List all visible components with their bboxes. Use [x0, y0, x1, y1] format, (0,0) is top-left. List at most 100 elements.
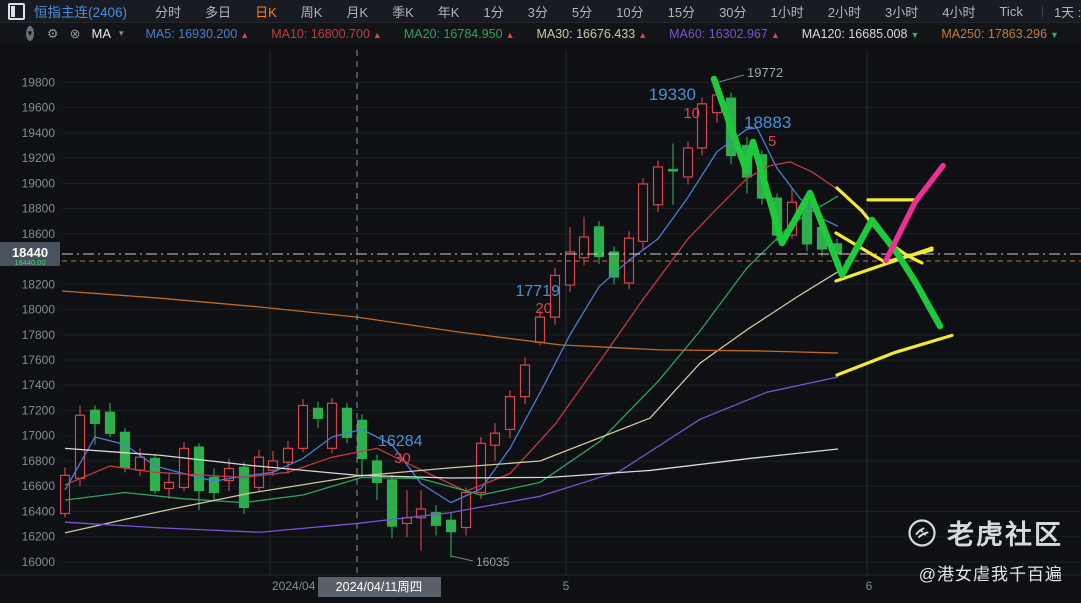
annotation-pointer: [718, 74, 745, 83]
y-axis-label: 17600: [22, 353, 56, 367]
yellow-projection-e[interactable]: [835, 333, 954, 377]
candle-body[interactable]: [193, 446, 205, 492]
y-axis-label: 17000: [22, 429, 56, 443]
tab-月K[interactable]: 月K: [334, 2, 380, 21]
tab-15分[interactable]: 15分: [656, 2, 707, 21]
ma-line-MA5: [64, 127, 839, 504]
tab-季K[interactable]: 季K: [380, 2, 426, 21]
collapse-indicator-icon[interactable]: ▼: [26, 26, 34, 41]
y-axis-label: 17200: [22, 403, 56, 417]
ma-readout-MA5: MA5: 16930.200 ▲: [145, 26, 250, 41]
candle-body[interactable]: [667, 168, 679, 172]
candle-body[interactable]: [519, 364, 531, 398]
tab-Tick[interactable]: Tick: [987, 4, 1034, 19]
candle-body[interactable]: [89, 409, 101, 424]
y-axis-label: 18000: [22, 303, 56, 317]
price-annotation: 16035: [476, 555, 510, 569]
candle-body[interactable]: [312, 407, 324, 419]
y-axis-label: 18600: [22, 227, 56, 241]
candle-body[interactable]: [326, 402, 338, 449]
close-indicator-icon[interactable]: ⊗: [70, 26, 81, 42]
window-chart-icon: [8, 2, 25, 20]
candle-body[interactable]: [489, 432, 501, 446]
candle-body[interactable]: [534, 316, 546, 343]
candle-body[interactable]: [59, 474, 71, 515]
candle-body[interactable]: [371, 460, 383, 484]
ma-line-MA250: [61, 290, 839, 354]
tab-5分[interactable]: 5分: [560, 2, 604, 21]
ma-chevron-down-icon[interactable]: ▾: [115, 28, 124, 39]
candle-body[interactable]: [282, 447, 294, 463]
pink-bounce-projection[interactable]: [883, 162, 946, 264]
price-annotation: 30: [394, 450, 411, 467]
candle-body[interactable]: [682, 147, 694, 178]
timeframe-menu: 分时 多日 日K 周K 月K 季K 年K 1分 3分 5分 10分 15分 30分 1小时 2小时 3小时 4小…: [143, 2, 1035, 21]
candle-body[interactable]: [267, 460, 279, 471]
ma-readouts: MA5: 16930.200 ▲ MA10: 16800.700 ▲ MA20: 167…: [124, 27, 1081, 41]
user-handle: @港女虐我千百遍: [918, 565, 1063, 584]
candle-body[interactable]: [119, 431, 131, 469]
y-axis-label: 18800: [22, 202, 56, 216]
tab-30分[interactable]: 30分: [707, 2, 758, 21]
tab-1分[interactable]: 1分: [471, 2, 515, 21]
ma-readout-MA120: MA120: 16685.008 ▼: [801, 26, 920, 41]
candle-body[interactable]: [652, 166, 664, 206]
y-axis-label: 16800: [22, 454, 56, 468]
tab-3小时[interactable]: 3小时: [873, 2, 930, 21]
brand-name: 老虎社区: [947, 520, 1063, 550]
candle-body[interactable]: [593, 226, 605, 258]
y-axis-label: 17400: [22, 378, 56, 392]
price-annotation: 17719: [516, 283, 561, 300]
ma-line-MA10: [64, 161, 839, 492]
price-annotation: 5: [768, 133, 776, 150]
tab-2小时[interactable]: 2小时: [816, 2, 873, 21]
tab-4小时[interactable]: 4小时: [930, 2, 987, 21]
y-axis-label: 16000: [22, 555, 56, 569]
tab-1小时[interactable]: 1小时: [759, 2, 816, 21]
x-axis-label: 6: [866, 579, 873, 593]
price-annotation: 19330: [649, 85, 696, 104]
y-axis-label: 16200: [22, 530, 56, 544]
candle-body[interactable]: [238, 466, 250, 509]
candle-body[interactable]: [253, 456, 265, 489]
date-tag-value: 2024/04/11周四: [336, 580, 423, 594]
tab-多日[interactable]: 多日: [193, 2, 243, 21]
watermark: 老虎社区 @港女虐我千百遍: [907, 513, 1063, 585]
y-axis-label: 17800: [22, 328, 56, 342]
gear-icon[interactable]: ⚙: [47, 26, 59, 42]
tab-10分[interactable]: 10分: [604, 2, 655, 21]
candle-body[interactable]: [178, 447, 190, 489]
y-axis-label: 16400: [22, 504, 56, 518]
ma-group-label[interactable]: MA: [91, 26, 111, 41]
candle-body[interactable]: [104, 411, 116, 434]
candle-body[interactable]: [208, 476, 220, 494]
candle-body[interactable]: [564, 251, 576, 286]
candle-body[interactable]: [504, 396, 516, 431]
candle-body[interactable]: [297, 404, 309, 449]
candle-body[interactable]: [445, 519, 457, 533]
ma-readout-MA20: MA20: 16784.950 ▲: [403, 26, 515, 41]
instrument-symbol[interactable]: 恒指主连(2406): [34, 1, 127, 21]
tab-周K[interactable]: 周K: [289, 2, 335, 21]
tab-年K[interactable]: 年K: [426, 2, 472, 21]
x-axis-label: 5: [563, 579, 570, 593]
y-axis-label: 19800: [22, 75, 56, 89]
brand-row: 老虎社区: [907, 513, 1063, 552]
price-annotation: 18883: [744, 113, 791, 132]
ma-readout-MA60: MA60: 16302.967 ▲: [669, 26, 780, 41]
y-axis-label: 16600: [22, 479, 56, 493]
candle-body[interactable]: [637, 183, 649, 242]
indicator-toolbar: ▼ ⚙ ⊗ MA ▾ MA5: 16930.200 ▲ MA10: 16800.70…: [0, 23, 1081, 44]
annotation-pointer: [450, 555, 474, 562]
candle-body[interactable]: [578, 236, 590, 259]
candle-body[interactable]: [134, 456, 146, 471]
y-axis-label: 19000: [22, 176, 56, 190]
candle-body[interactable]: [163, 481, 175, 490]
candle-body[interactable]: [356, 419, 368, 460]
tiger-logo-icon: [908, 518, 936, 547]
tab-分时[interactable]: 分时: [143, 2, 193, 21]
ma-readout-MA30: MA30: 16676.433 ▲: [536, 26, 648, 41]
tab-3分[interactable]: 3分: [516, 2, 560, 21]
tab-日K[interactable]: 日K: [243, 2, 289, 21]
period-selector[interactable]: 1天 : 1分K: [1050, 2, 1081, 21]
